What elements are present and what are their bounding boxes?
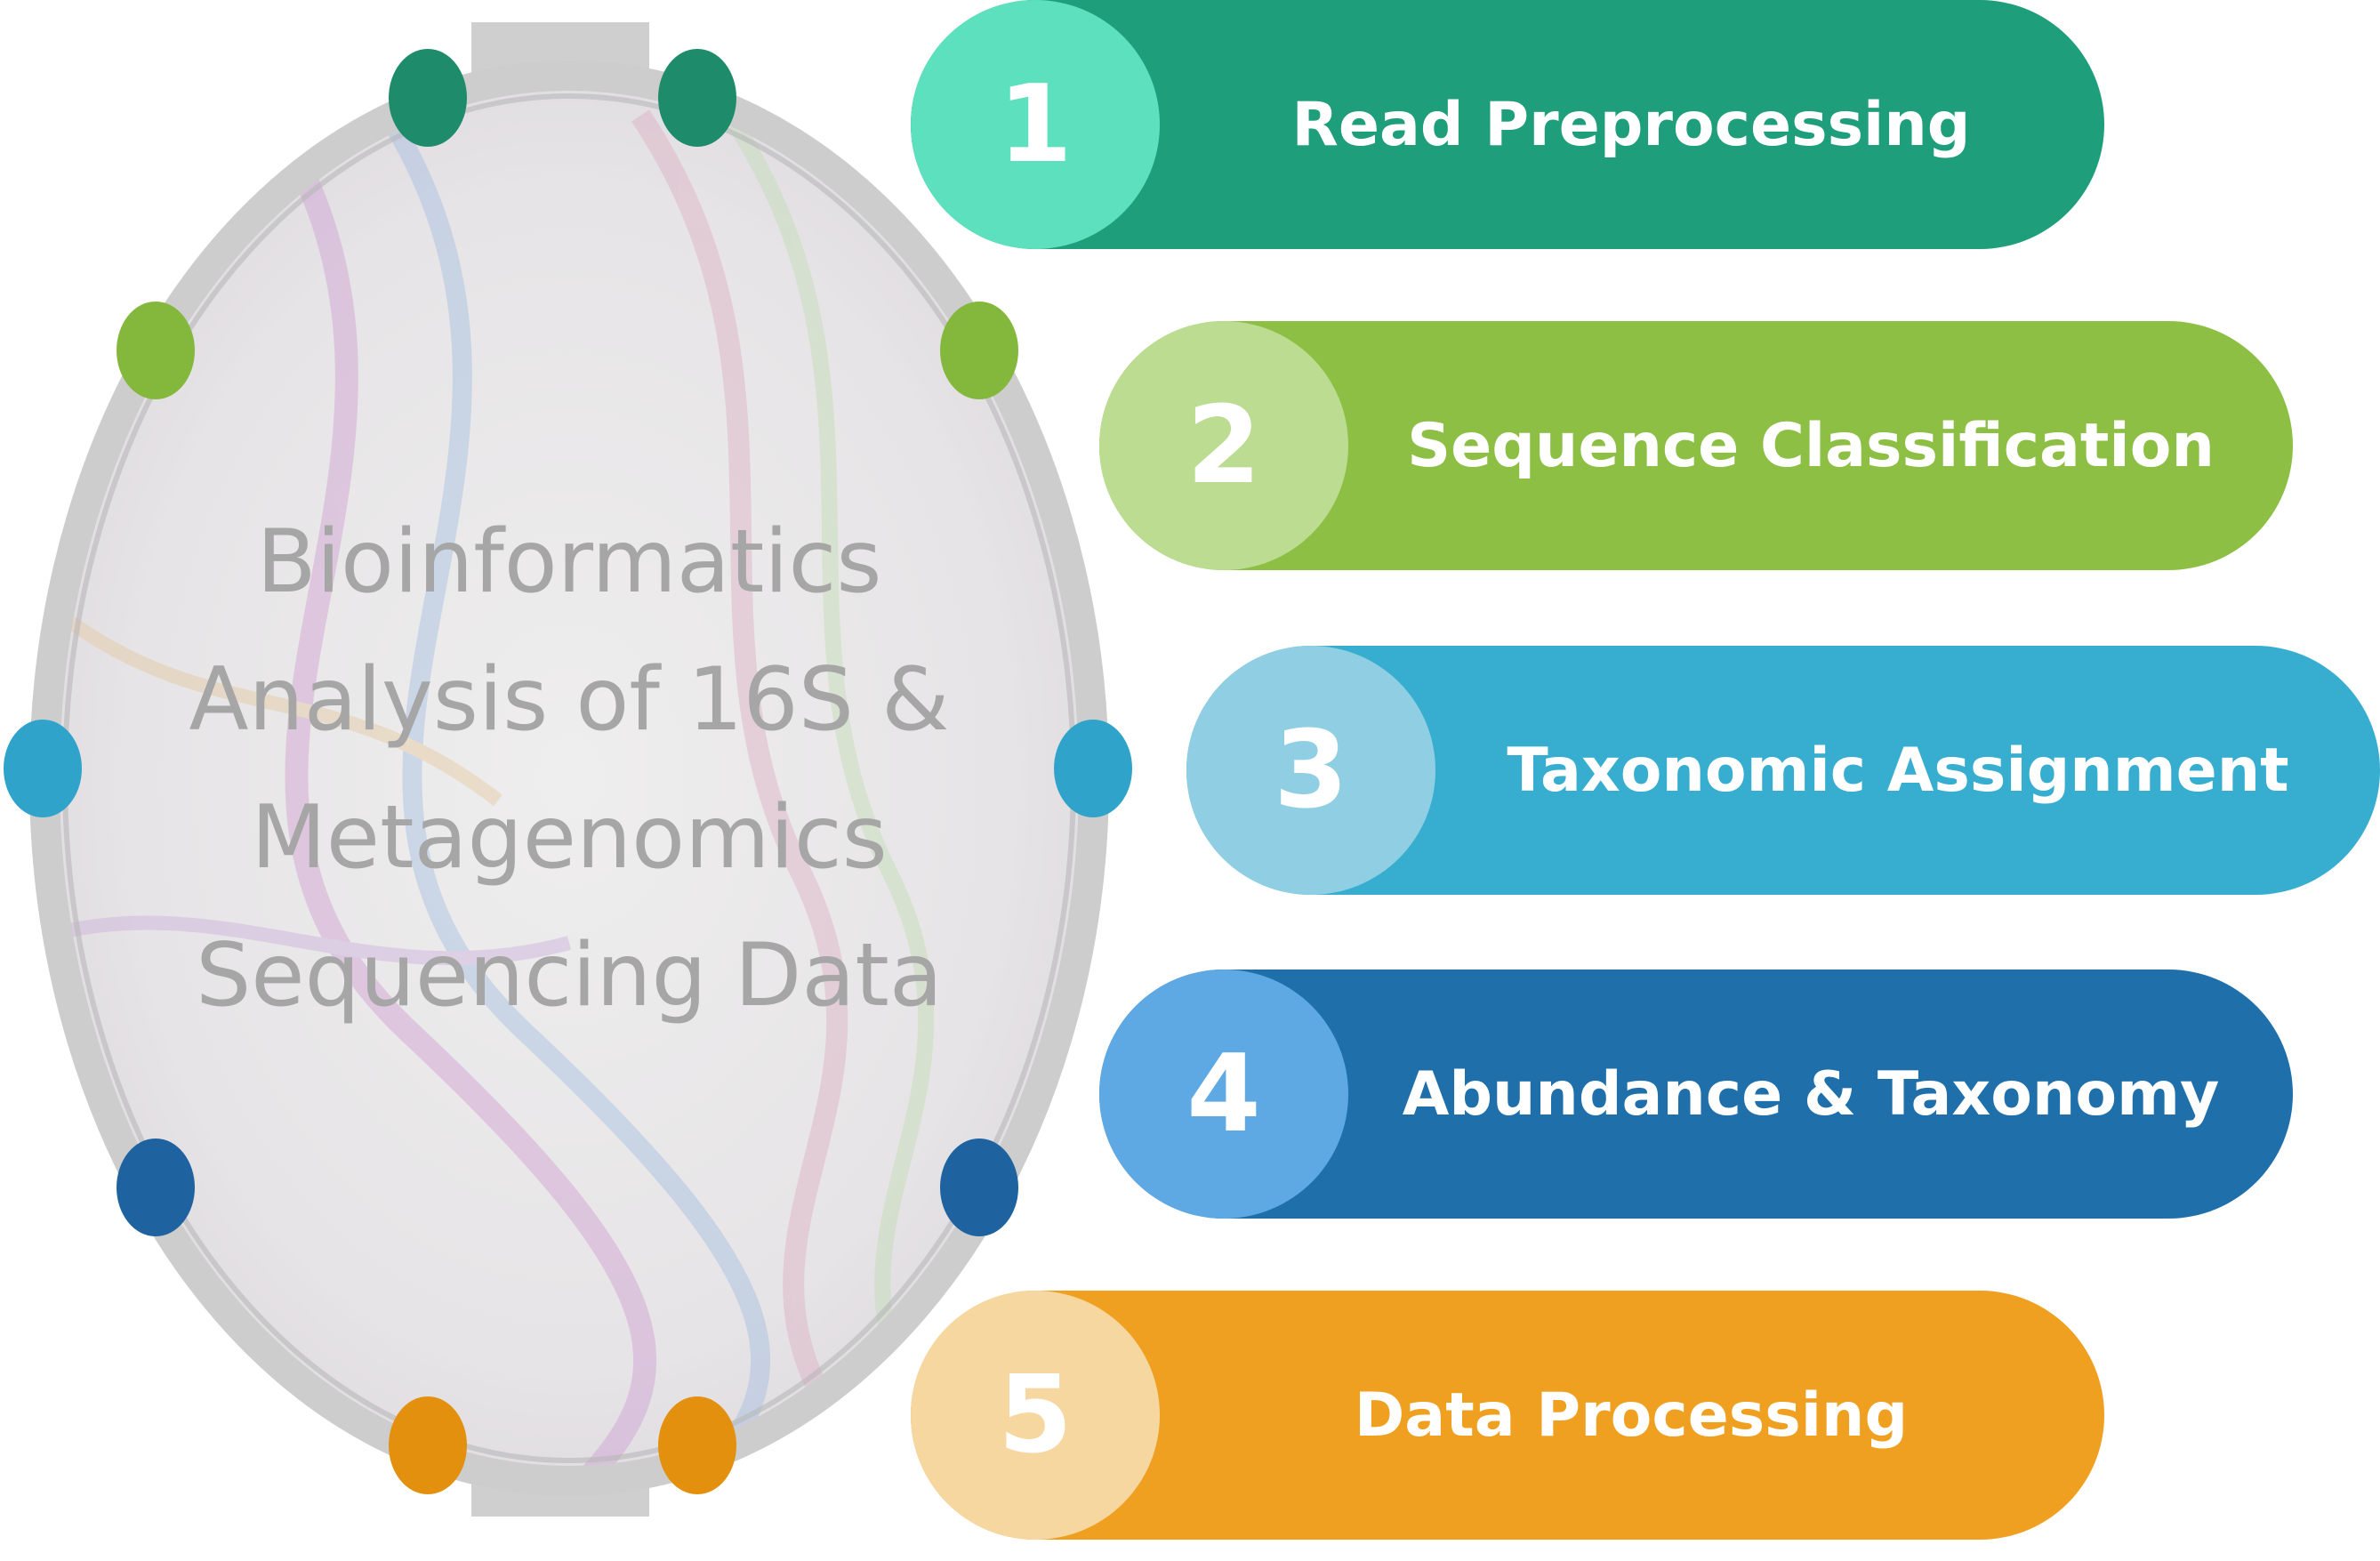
dot-lower-left — [117, 1139, 195, 1236]
dot-top-right — [658, 49, 736, 147]
step-label: Sequence Classification — [1407, 410, 2215, 481]
step-number-badge: 1 — [911, 0, 1160, 249]
dot-lower-right — [940, 1139, 1018, 1236]
central-title: Bioinformatics Analysis of 16S & Metagen… — [125, 494, 1014, 1045]
step-data-processing: 5 Data Processing — [911, 1291, 2104, 1540]
dot-middle-right — [1054, 720, 1132, 817]
step-label: Taxonomic Assignment — [1507, 735, 2289, 806]
central-title-line: Analysis of 16S & — [189, 649, 950, 751]
dot-middle-left — [4, 720, 82, 817]
step-number-badge: 3 — [1186, 646, 1435, 895]
step-label: Abundance & Taxonomy — [1402, 1058, 2220, 1130]
step-number-badge: 4 — [1099, 970, 1348, 1219]
step-taxonomic-assignment: 3 Taxonomic Assignment — [1186, 646, 2380, 895]
central-title-line: Metagenomics — [251, 787, 888, 889]
step-number-badge: 2 — [1099, 321, 1348, 570]
dot-upper-right — [940, 302, 1018, 399]
dot-upper-left — [117, 302, 195, 399]
step-sequence-classification: 2 Sequence Classification — [1099, 321, 2293, 570]
step-read-preprocessing: 1 Read Preprocessing — [911, 0, 2104, 249]
step-label: Data Processing — [1354, 1380, 1909, 1451]
diagram-canvas: Bioinformatics Analysis of 16S & Metagen… — [0, 0, 2380, 1561]
dot-top-left — [389, 49, 467, 147]
dot-bottom-right — [658, 1396, 736, 1494]
step-number-badge: 5 — [911, 1291, 1160, 1540]
step-abundance-taxonomy: 4 Abundance & Taxonomy — [1099, 970, 2293, 1219]
central-title-line: Bioinformatics — [256, 511, 882, 613]
step-label: Read Preprocessing — [1291, 89, 1971, 160]
central-title-line: Sequencing Data — [196, 925, 943, 1026]
dot-bottom-left — [389, 1396, 467, 1494]
